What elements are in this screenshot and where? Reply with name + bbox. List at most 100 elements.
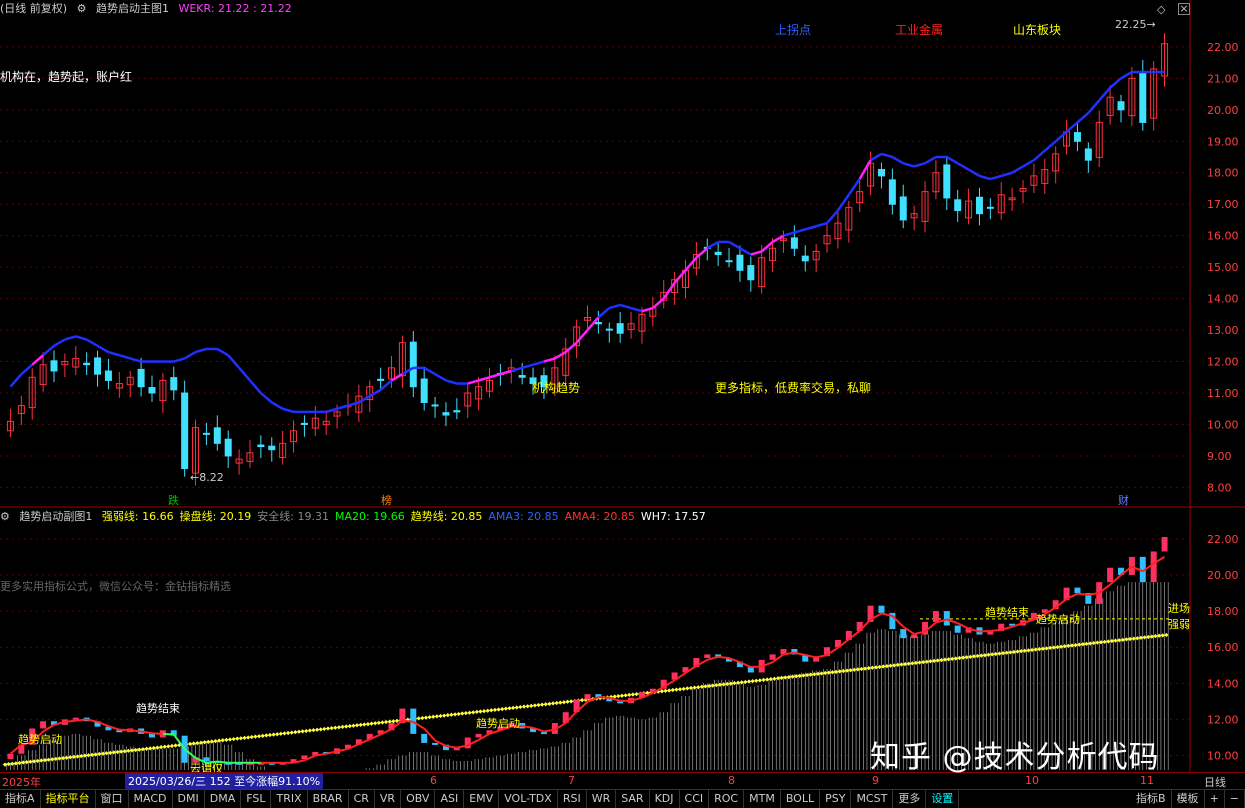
strong-weak-dot bbox=[627, 692, 632, 698]
strong-weak-dot bbox=[209, 739, 214, 744]
strong-weak-dot bbox=[191, 741, 196, 746]
tab-5[interactable]: DMA bbox=[205, 790, 242, 808]
tab-24[interactable]: MCST bbox=[851, 790, 894, 808]
candle-body bbox=[224, 438, 232, 457]
right-tab-2[interactable]: + bbox=[1205, 790, 1225, 808]
tab-20[interactable]: ROC bbox=[709, 790, 745, 808]
entry-label: 进场 bbox=[1168, 602, 1190, 615]
formula-note: 更多实用指标公式，微信公众号：金钻指标精选 bbox=[0, 580, 231, 593]
strong-weak-dot bbox=[452, 712, 458, 717]
trend-line-segment bbox=[64, 335, 77, 341]
trend-line-segment bbox=[118, 354, 131, 360]
tab-21[interactable]: MTM bbox=[744, 790, 781, 808]
tab-12[interactable]: ASI bbox=[435, 790, 465, 808]
strong-weak-dot bbox=[24, 760, 29, 765]
trend-line-segment bbox=[42, 344, 55, 357]
tab-1[interactable]: 指标平台 bbox=[41, 790, 96, 808]
strong-weak-dot bbox=[86, 753, 91, 758]
tab-14[interactable]: VOL-TDX bbox=[499, 790, 558, 808]
strong-weak-dot bbox=[35, 758, 40, 764]
close-icon[interactable]: × bbox=[1178, 3, 1190, 15]
trend-line-segment bbox=[881, 152, 893, 159]
main-header: (日线 前复权) ⚙ 趋势启动主图1 WEKR: 21.22 : 21.22 bbox=[0, 0, 298, 18]
tab-10[interactable]: VR bbox=[375, 790, 402, 808]
operating-line-segment bbox=[402, 719, 414, 723]
tab-16[interactable]: WR bbox=[587, 790, 617, 808]
strong-weak-dot bbox=[855, 667, 861, 672]
tab-15[interactable]: RSI bbox=[558, 790, 587, 808]
tab-3[interactable]: MACD bbox=[129, 790, 173, 808]
sub-candle bbox=[432, 742, 439, 745]
tab-18[interactable]: KDJ bbox=[650, 790, 680, 808]
strong-weak-dot bbox=[935, 658, 940, 663]
strong-weak-dot bbox=[1109, 638, 1115, 644]
tab-25[interactable]: 更多 bbox=[893, 790, 927, 808]
candle-body bbox=[747, 265, 755, 281]
strong-weak-dot bbox=[823, 670, 828, 676]
tab-0[interactable]: 指标A bbox=[0, 790, 41, 808]
strong-weak-dot bbox=[986, 652, 991, 657]
tab-26[interactable]: 设置 bbox=[926, 790, 960, 808]
candle-body bbox=[877, 169, 885, 177]
tab-17[interactable]: SAR bbox=[616, 790, 650, 808]
operating-line-segment bbox=[750, 665, 762, 669]
tab-6[interactable]: FSL bbox=[241, 790, 272, 808]
marker-drop[interactable]: 跌 bbox=[168, 492, 179, 508]
strong-weak-dot bbox=[253, 734, 258, 739]
tab-9[interactable]: CR bbox=[349, 790, 375, 808]
strong-weak-dot bbox=[971, 654, 977, 659]
sub-candle bbox=[148, 733, 155, 738]
tab-22[interactable]: BOLL bbox=[781, 790, 821, 808]
main-candlestick-chart[interactable]: 22.00 21.00 20.00 19.00 18.00 17.00 16.00 15.00… bbox=[0, 0, 1245, 508]
strong-weak-dot bbox=[1102, 639, 1107, 644]
sub-candle bbox=[878, 605, 885, 613]
tab-11[interactable]: OBV bbox=[401, 790, 436, 808]
diamond-icon[interactable]: ◇ bbox=[1157, 3, 1165, 16]
strong-weak-dot bbox=[510, 705, 516, 710]
sub-candle bbox=[540, 732, 547, 735]
marker-rank[interactable]: 榜 bbox=[381, 492, 392, 508]
strong-weak-dot bbox=[238, 736, 244, 741]
strong-weak-dot bbox=[837, 669, 842, 674]
trend-line-segment bbox=[108, 350, 120, 357]
main-indicator-name[interactable]: 趋势启动主图1 bbox=[96, 2, 169, 15]
trend-line-segment bbox=[869, 152, 883, 162]
main-chart-panel[interactable]: 22.00 21.00 20.00 19.00 18.00 17.00 16.00 15.00… bbox=[0, 0, 1245, 508]
trend-line-segment bbox=[1065, 121, 1079, 133]
candle-body bbox=[986, 206, 994, 209]
tab-19[interactable]: CCI bbox=[680, 790, 710, 808]
strong-weak-dot bbox=[296, 729, 302, 734]
strong-weak-dot bbox=[993, 651, 998, 657]
sub-indicator-name[interactable]: 趋势启动副图1 bbox=[19, 510, 92, 523]
strong-weak-dot bbox=[681, 686, 686, 691]
trend-line-segment bbox=[500, 369, 512, 376]
tab-23[interactable]: PSY bbox=[820, 790, 852, 808]
indicator-icon[interactable]: ⚙ bbox=[77, 2, 87, 15]
strong-weak-dot bbox=[17, 760, 22, 766]
tab-2[interactable]: 窗口 bbox=[96, 790, 129, 808]
strong-weak-dot bbox=[558, 700, 563, 705]
period-label[interactable]: 日线 bbox=[1204, 774, 1226, 790]
tab-4[interactable]: DMI bbox=[173, 790, 205, 808]
trend-line-segment bbox=[216, 347, 229, 357]
right-tab-1[interactable]: 模板 bbox=[1172, 790, 1205, 808]
candle-body bbox=[94, 357, 102, 375]
candle-body bbox=[257, 444, 265, 448]
right-tab-3[interactable]: − bbox=[1225, 790, 1245, 808]
tab-7[interactable]: TRIX bbox=[271, 790, 308, 808]
strong-weak-dot bbox=[108, 750, 113, 755]
tab-8[interactable]: BRAR bbox=[308, 790, 349, 808]
strong-weak-dot bbox=[246, 735, 251, 740]
sub-indicator-icon[interactable]: ⚙ bbox=[0, 510, 10, 523]
strong-weak-dot bbox=[151, 745, 156, 751]
tab-13[interactable]: EMV bbox=[464, 790, 500, 808]
watermark: 知乎 @技术分析代码 bbox=[870, 740, 1160, 775]
right-tab-0[interactable]: 指标B bbox=[1131, 790, 1172, 808]
strong-weak-dot bbox=[1022, 648, 1027, 653]
strong-weak-dot bbox=[224, 737, 229, 742]
trend-line-segment bbox=[826, 209, 839, 224]
strong-weak-dot bbox=[917, 660, 922, 665]
marker-fin[interactable]: 财 bbox=[1118, 492, 1129, 508]
sub-candle bbox=[769, 654, 776, 660]
strong-weak-dot bbox=[1029, 647, 1035, 653]
